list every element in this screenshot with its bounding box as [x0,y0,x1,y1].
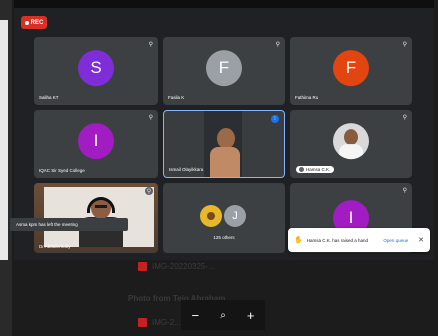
speaking-icon: ⁞ [271,115,279,123]
hand-icon: ✋ [294,237,303,244]
avatar: I [78,123,114,160]
mic-muted-icon: ⚲ [402,188,407,194]
participant-name: Ismail Olayikkara [169,167,204,172]
image-file-icon [138,262,147,271]
close-icon[interactable]: ✕ [418,236,424,244]
left-meeting-notification: Asma kpm has left the meeting [10,218,128,231]
zoom-out-button[interactable]: − [192,308,200,323]
record-dot-icon [24,20,29,25]
participant-name: Fathima Ru [295,95,319,100]
participant-name: IQAC Sir Syed College [39,168,85,173]
avatar: J [224,205,246,227]
participant-video [34,183,158,251]
participant-tile[interactable]: ⚲ I IQAC Sir Syed College [34,110,158,178]
participant-name: Dr.Abdulla kutty [39,244,71,249]
participant-tile[interactable]: ⚲ F Fathima Ru [290,37,412,105]
mic-muted-icon: ⚲ [145,187,153,195]
zoom-controls: − ⌕ + [181,300,265,330]
profile-photo [333,123,369,160]
others-count: 125 others [213,235,235,240]
mic-muted-icon: ⚲ [402,42,407,48]
participant-video-body [210,147,240,177]
raised-hand-toast: ✋ Hamsa C.K. has raised a hand Open queu… [288,228,430,252]
pin-icon [299,167,304,172]
zoom-in-button[interactable]: + [247,308,255,323]
recording-badge: REC [21,16,47,29]
participant-tile[interactable]: ⚲ F Fasila K [163,37,285,105]
mic-muted-icon: ⚲ [148,42,153,48]
participant-video [217,128,235,149]
avatar: S [78,50,114,87]
name-chip: Hamsa C.K. [296,166,335,173]
mic-muted-icon: ⚲ [402,115,407,121]
participant-name: Saliha KT [39,95,59,100]
open-queue-link[interactable]: Open queue [383,238,408,243]
mic-muted-icon: ⚲ [275,42,280,48]
participant-tile[interactable]: ⚲ S Saliha KT [34,37,158,105]
left-window-edge [0,20,8,260]
participant-tile[interactable]: ⚲ Hamsa C.K. [290,110,412,178]
image-file-icon [138,318,147,327]
others-tile[interactable]: J 125 others [163,183,285,253]
participant-name: Fasila K [168,95,185,100]
file-row-1[interactable]: IMG-20220325-... [138,262,215,271]
mic-muted-icon: ⚲ [148,115,153,121]
raised-hand-text: Hamsa C.K. has raised a hand [306,237,369,243]
file-name: IMG-2... [152,318,181,327]
participant-tile-active[interactable]: ⁞ Ismail Olayikkara [163,110,285,178]
avatar: F [206,50,242,87]
avatar: F [333,50,369,87]
file-name: IMG-20220325-... [152,262,215,271]
search-icon[interactable]: ⌕ [220,310,226,321]
left-window-strip [0,0,12,336]
avatar [200,205,222,227]
file-row-2[interactable]: IMG-2... [138,318,181,327]
